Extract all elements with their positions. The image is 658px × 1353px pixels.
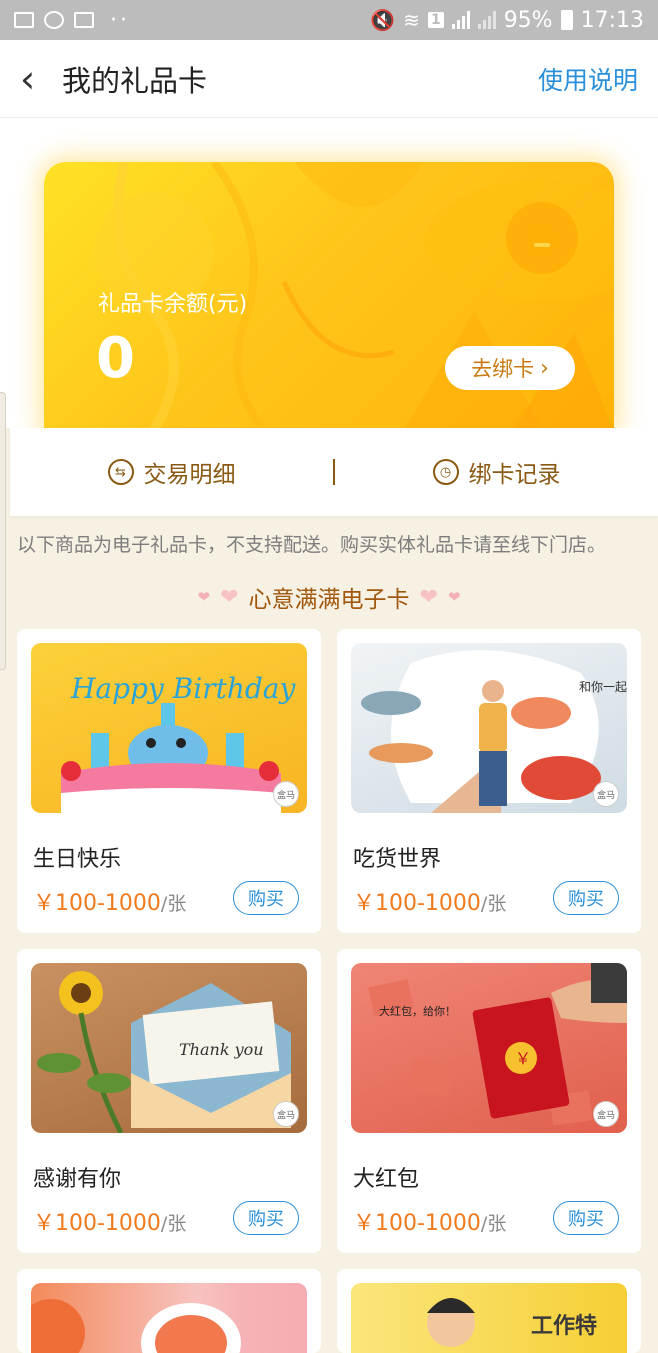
price-unit: /张 [160,893,187,915]
transaction-details-button[interactable]: ⇆ 交易明细 [10,455,333,489]
price-unit: /张 [480,1213,507,1235]
page-title: 我的礼品卡 [62,63,208,98]
foodie-world-illustration: 和你一起，尝鲜全世界 [361,650,627,813]
clock: 17:13 [580,7,644,33]
wechat-icon [44,11,64,29]
hema-badge-icon: 盒马 [273,781,299,807]
product-card[interactable] [17,1269,321,1353]
signal-icon [451,11,470,29]
chevron-right-icon: › [540,355,549,381]
signal-icon [477,11,496,29]
action-bar: ⇆ 交易明细 ◷ 绑卡记录 [10,428,658,516]
product-image-red-packet[interactable]: 大红包，给你！ ￥ 盒马 [351,963,627,1133]
gift-card-area: 礼品卡余额(元) 0 去绑卡 › [0,118,658,430]
buy-button[interactable]: 购买 [233,881,299,915]
buy-button[interactable]: 购买 [233,1201,299,1235]
section-title: ❤ ❤ 心意满满电子卡 ❤ ❤ [0,580,658,614]
seafood-illustration [31,1283,307,1353]
buy-button[interactable]: 购买 [553,1201,619,1235]
product-price: ￥100-1000/张 [353,1205,506,1237]
clock-icon: ◷ [432,459,459,485]
gallery-icon [14,12,34,28]
back-arrow-icon[interactable]: ‹ [20,60,50,98]
product-name: 大红包 [353,1167,420,1192]
product-name: 感谢有你 [33,1167,122,1192]
product-card[interactable]: Happy Birthday 盒马 生日快乐 ￥100-1000/张 购买 [17,629,321,933]
side-drawer-handle[interactable] [0,392,6,670]
status-left: ·· [14,8,130,33]
heart-icon: ❤ [419,584,438,610]
card-art-text: 工作特 [531,1313,597,1339]
gift-card: 礼品卡余额(元) 0 去绑卡 › [44,162,614,430]
product-image-birthday[interactable]: Happy Birthday 盒马 [31,643,307,813]
sim-badge: 1 [427,12,444,28]
product-image-thanks[interactable]: Thank you 盒马 [31,963,307,1133]
section-title-label: 心意满满电子卡 [248,587,410,613]
battery-icon [560,10,573,30]
battery-percent: 95% [503,7,553,33]
birthday-cake-illustration: Happy Birthday [61,672,296,813]
hema-badge-icon: 盒马 [593,781,619,807]
product-card[interactable]: 工作特 [337,1269,641,1353]
gallery-icon [74,12,94,28]
heart-icon: ❤ [220,584,239,610]
usage-instructions-link[interactable]: 使用说明 [538,61,638,97]
product-name: 生日快乐 [33,847,122,872]
nav-bar: ‹ 我的礼品卡 使用说明 [0,40,658,118]
product-name: 吃货世界 [353,847,442,872]
bind-card-label: 去绑卡 [471,357,535,381]
work-illustration: 工作特 [427,1298,597,1347]
price-value: ￥100-1000 [353,1211,481,1236]
product-image-foodie[interactable]: 和你一起，尝鲜全世界 盒马 [351,643,627,813]
product-card[interactable]: 和你一起，尝鲜全世界 盒马 吃货世界 ￥100-1000/张 购买 [337,629,641,933]
buy-button[interactable]: 购买 [553,881,619,915]
card-art-text: 大红包，给你！ [379,1004,456,1018]
price-value: ￥100-1000 [353,891,481,916]
price-unit: /张 [480,893,507,915]
product-image-work[interactable]: 工作特 [351,1283,627,1353]
wifi-icon: ≋ [403,8,420,32]
hema-logo-icon [506,202,578,274]
product-price: ￥100-1000/张 [33,885,186,917]
card-art-text: 和你一起，尝鲜全世界 [579,679,627,694]
notice-text: 以下商品为电子礼品卡，不支持配送。购买实体礼品卡请至线下门店。 [17,534,607,556]
price-value: ￥100-1000 [33,891,161,916]
bind-history-button[interactable]: ◷ 绑卡记录 [335,455,658,489]
product-price: ￥100-1000/张 [33,1205,186,1237]
balance-label: 礼品卡余额(元) [98,292,248,317]
product-price: ￥100-1000/张 [353,885,506,917]
balance-value: 0 [96,326,135,391]
hema-badge-icon: 盒马 [593,1101,619,1127]
product-card[interactable]: 大红包，给你！ ￥ 盒马 大红包 ￥100-1000/张 购买 [337,949,641,1253]
product-image-seafood[interactable] [31,1283,307,1353]
heart-icon: ❤ [447,588,461,606]
card-art-text: Happy Birthday [70,672,296,705]
hema-badge-icon: 盒马 [273,1101,299,1127]
status-bar: ·· 🔇 ≋ 1 95% 17:13 [0,0,658,40]
status-right: 🔇 ≋ 1 95% 17:13 [370,8,644,33]
red-packet-illustration: 大红包，给你！ ￥ [368,963,627,1126]
thank-you-envelope-illustration: Thank you [37,971,291,1133]
exchange-icon: ⇆ [107,459,134,485]
bind-card-button[interactable]: 去绑卡 › [445,346,575,390]
heart-icon: ❤ [197,588,211,606]
price-unit: /张 [160,1213,187,1235]
product-card[interactable]: Thank you 盒马 感谢有你 ￥100-1000/张 购买 [17,949,321,1253]
svg-text:￥: ￥ [515,1049,531,1068]
price-value: ￥100-1000 [33,1211,161,1236]
card-art-text: Thank you [179,1040,264,1059]
transaction-details-label: 交易明细 [143,462,236,488]
bind-history-label: 绑卡记录 [468,462,561,488]
mute-icon: 🔇 [370,8,396,32]
more-notifications-icon: ·· [110,7,130,33]
